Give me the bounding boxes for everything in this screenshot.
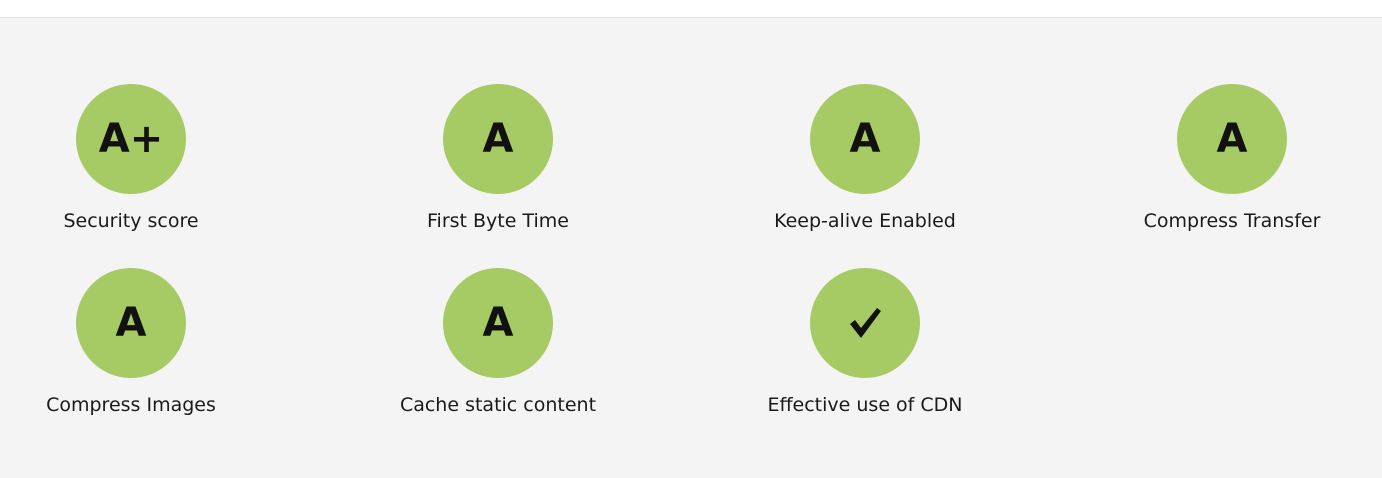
- grade-compress-images: A Compress Images: [1, 268, 261, 416]
- grade-label: First Byte Time: [427, 210, 569, 232]
- grade-label: Effective use of CDN: [767, 394, 963, 416]
- grade-badge: A: [1177, 84, 1287, 194]
- grade-badge: A: [76, 268, 186, 378]
- grade-badge: A: [443, 84, 553, 194]
- grade-cache-static-content: A Cache static content: [368, 268, 628, 416]
- grade-label: Compress Images: [46, 394, 216, 416]
- grade-label: Cache static content: [399, 394, 597, 416]
- grade-compress-transfer: A Compress Transfer: [1102, 84, 1362, 232]
- grade-badge: A: [810, 84, 920, 194]
- grade-badge: [810, 268, 920, 378]
- grade-badge: A+: [76, 84, 186, 194]
- grade-first-byte-time: A First Byte Time: [368, 84, 628, 232]
- checkmark-icon: [847, 305, 883, 341]
- grade-keep-alive-enabled: A Keep-alive Enabled: [735, 84, 995, 232]
- grade-badge: A: [443, 268, 553, 378]
- grade-effective-use-of-cdn: Effective use of CDN: [735, 268, 995, 416]
- grade-label: Keep-alive Enabled: [774, 210, 956, 232]
- grade-label: Security score: [63, 210, 199, 232]
- grades-panel: A+ Security score A First Byte Time A Ke…: [0, 18, 1382, 478]
- top-bar: [0, 0, 1382, 18]
- grade-security-score: A+ Security score: [1, 84, 261, 232]
- grade-label: Compress Transfer: [1143, 210, 1321, 232]
